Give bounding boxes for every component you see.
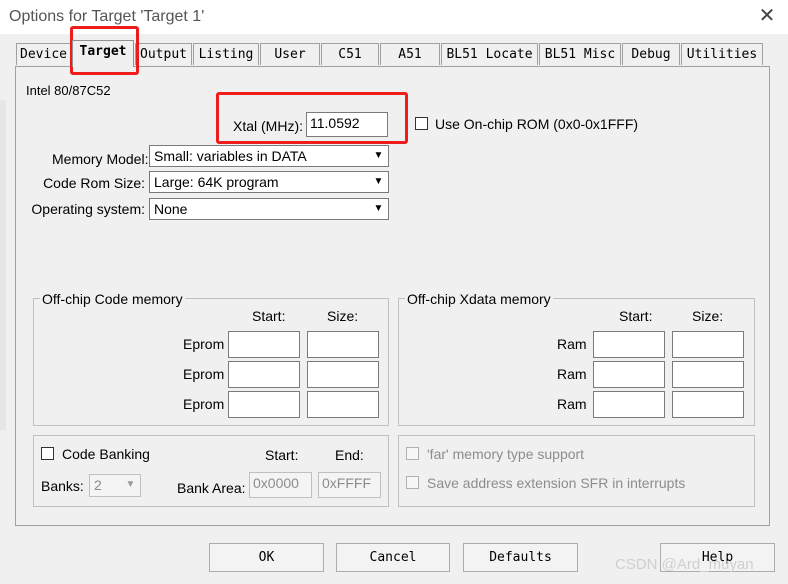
far-memory-label: 'far' memory type support (427, 446, 585, 462)
tab-utilities[interactable]: Utilities (681, 43, 763, 65)
ram-start-input[interactable] (593, 361, 665, 388)
watermark: CSDN @Ard_muyan (615, 556, 754, 573)
ram-size-input[interactable] (672, 331, 744, 358)
ram-size-input[interactable] (672, 361, 744, 388)
eprom-label: Eprom (183, 336, 225, 352)
code-memory-title: Off-chip Code memory (40, 291, 185, 307)
code-banking-label: Code Banking (62, 446, 150, 462)
code-rom-label: Code Rom Size: (43, 175, 145, 191)
save-address-label: Save address extension SFR in interrupts (427, 475, 686, 491)
onchip-rom-checkbox[interactable] (415, 117, 428, 130)
xdata-start-header: Start: (619, 308, 653, 324)
bank-area-label: Bank Area: (177, 480, 246, 496)
eprom-size-input[interactable] (307, 361, 379, 388)
bank-end-input[interactable]: 0xFFFF (318, 472, 381, 498)
xdata-memory-title: Off-chip Xdata memory (405, 291, 553, 307)
os-select[interactable]: None ▼ (149, 198, 389, 220)
tab-listing[interactable]: Listing (193, 43, 259, 65)
eprom-start-input[interactable] (228, 331, 300, 358)
tab-a51[interactable]: A51 (380, 43, 440, 65)
tab-bl51-misc[interactable]: BL51 Misc (539, 43, 621, 65)
cancel-button[interactable]: Cancel (336, 543, 450, 572)
code-start-header: Start: (252, 308, 286, 324)
memory-model-label: Memory Model: (52, 151, 149, 167)
window-title: Options for Target 'Target 1' (9, 8, 205, 25)
defaults-button[interactable]: Defaults (463, 543, 578, 572)
memory-model-value: Small: variables in DATA (154, 148, 307, 164)
close-icon[interactable]: ✕ (756, 4, 778, 28)
ram-start-input[interactable] (593, 331, 665, 358)
far-memory-checkbox[interactable] (406, 447, 419, 460)
banks-label: Banks: (41, 478, 84, 494)
chevron-down-icon[interactable]: ▼ (370, 173, 387, 191)
bank-start-input[interactable]: 0x0000 (249, 472, 312, 498)
chevron-down-icon[interactable]: ▼ (370, 147, 387, 165)
device-name: Intel 80/87C52 (26, 83, 111, 98)
chevron-down-icon[interactable]: ▼ (122, 476, 139, 494)
bank-end-header: End: (335, 447, 364, 463)
eprom-label: Eprom (183, 366, 225, 382)
eprom-start-input[interactable] (228, 361, 300, 388)
onchip-rom-label: Use On-chip ROM (0x0-0x1FFF) (435, 116, 639, 132)
os-value: None (154, 201, 188, 217)
code-rom-select[interactable]: Large: 64K program ▼ (149, 171, 389, 193)
bank-start-header: Start: (265, 447, 299, 463)
save-address-checkbox[interactable] (406, 476, 419, 489)
tab-device[interactable]: Device (16, 43, 71, 65)
tab-output[interactable]: Output (135, 43, 192, 65)
background-window-edge (0, 100, 6, 430)
code-rom-value: Large: 64K program (154, 174, 279, 190)
ram-label: Ram (557, 366, 587, 382)
eprom-size-input[interactable] (307, 391, 379, 418)
xdata-size-header: Size: (692, 308, 724, 324)
code-banking-checkbox[interactable] (41, 447, 54, 460)
tab-debug[interactable]: Debug (622, 43, 680, 65)
chevron-down-icon[interactable]: ▼ (370, 200, 387, 218)
eprom-label: Eprom (183, 396, 225, 412)
banks-value: 2 (94, 477, 102, 493)
tab-bl51-locate[interactable]: BL51 Locate (441, 43, 538, 65)
tab-target[interactable]: Target (72, 40, 134, 67)
ok-button[interactable]: OK (209, 543, 324, 572)
ram-label: Ram (557, 336, 587, 352)
xtal-highlight (216, 92, 408, 144)
banks-select[interactable]: 2 ▼ (89, 474, 141, 497)
tab-c51[interactable]: C51 (321, 43, 379, 65)
eprom-size-input[interactable] (307, 331, 379, 358)
eprom-start-input[interactable] (228, 391, 300, 418)
ram-size-input[interactable] (672, 391, 744, 418)
memory-model-select[interactable]: Small: variables in DATA ▼ (149, 145, 389, 167)
ram-label: Ram (557, 396, 587, 412)
os-label: Operating system: (31, 201, 145, 217)
tab-user[interactable]: User (260, 43, 320, 65)
ram-start-input[interactable] (593, 391, 665, 418)
code-size-header: Size: (327, 308, 359, 324)
